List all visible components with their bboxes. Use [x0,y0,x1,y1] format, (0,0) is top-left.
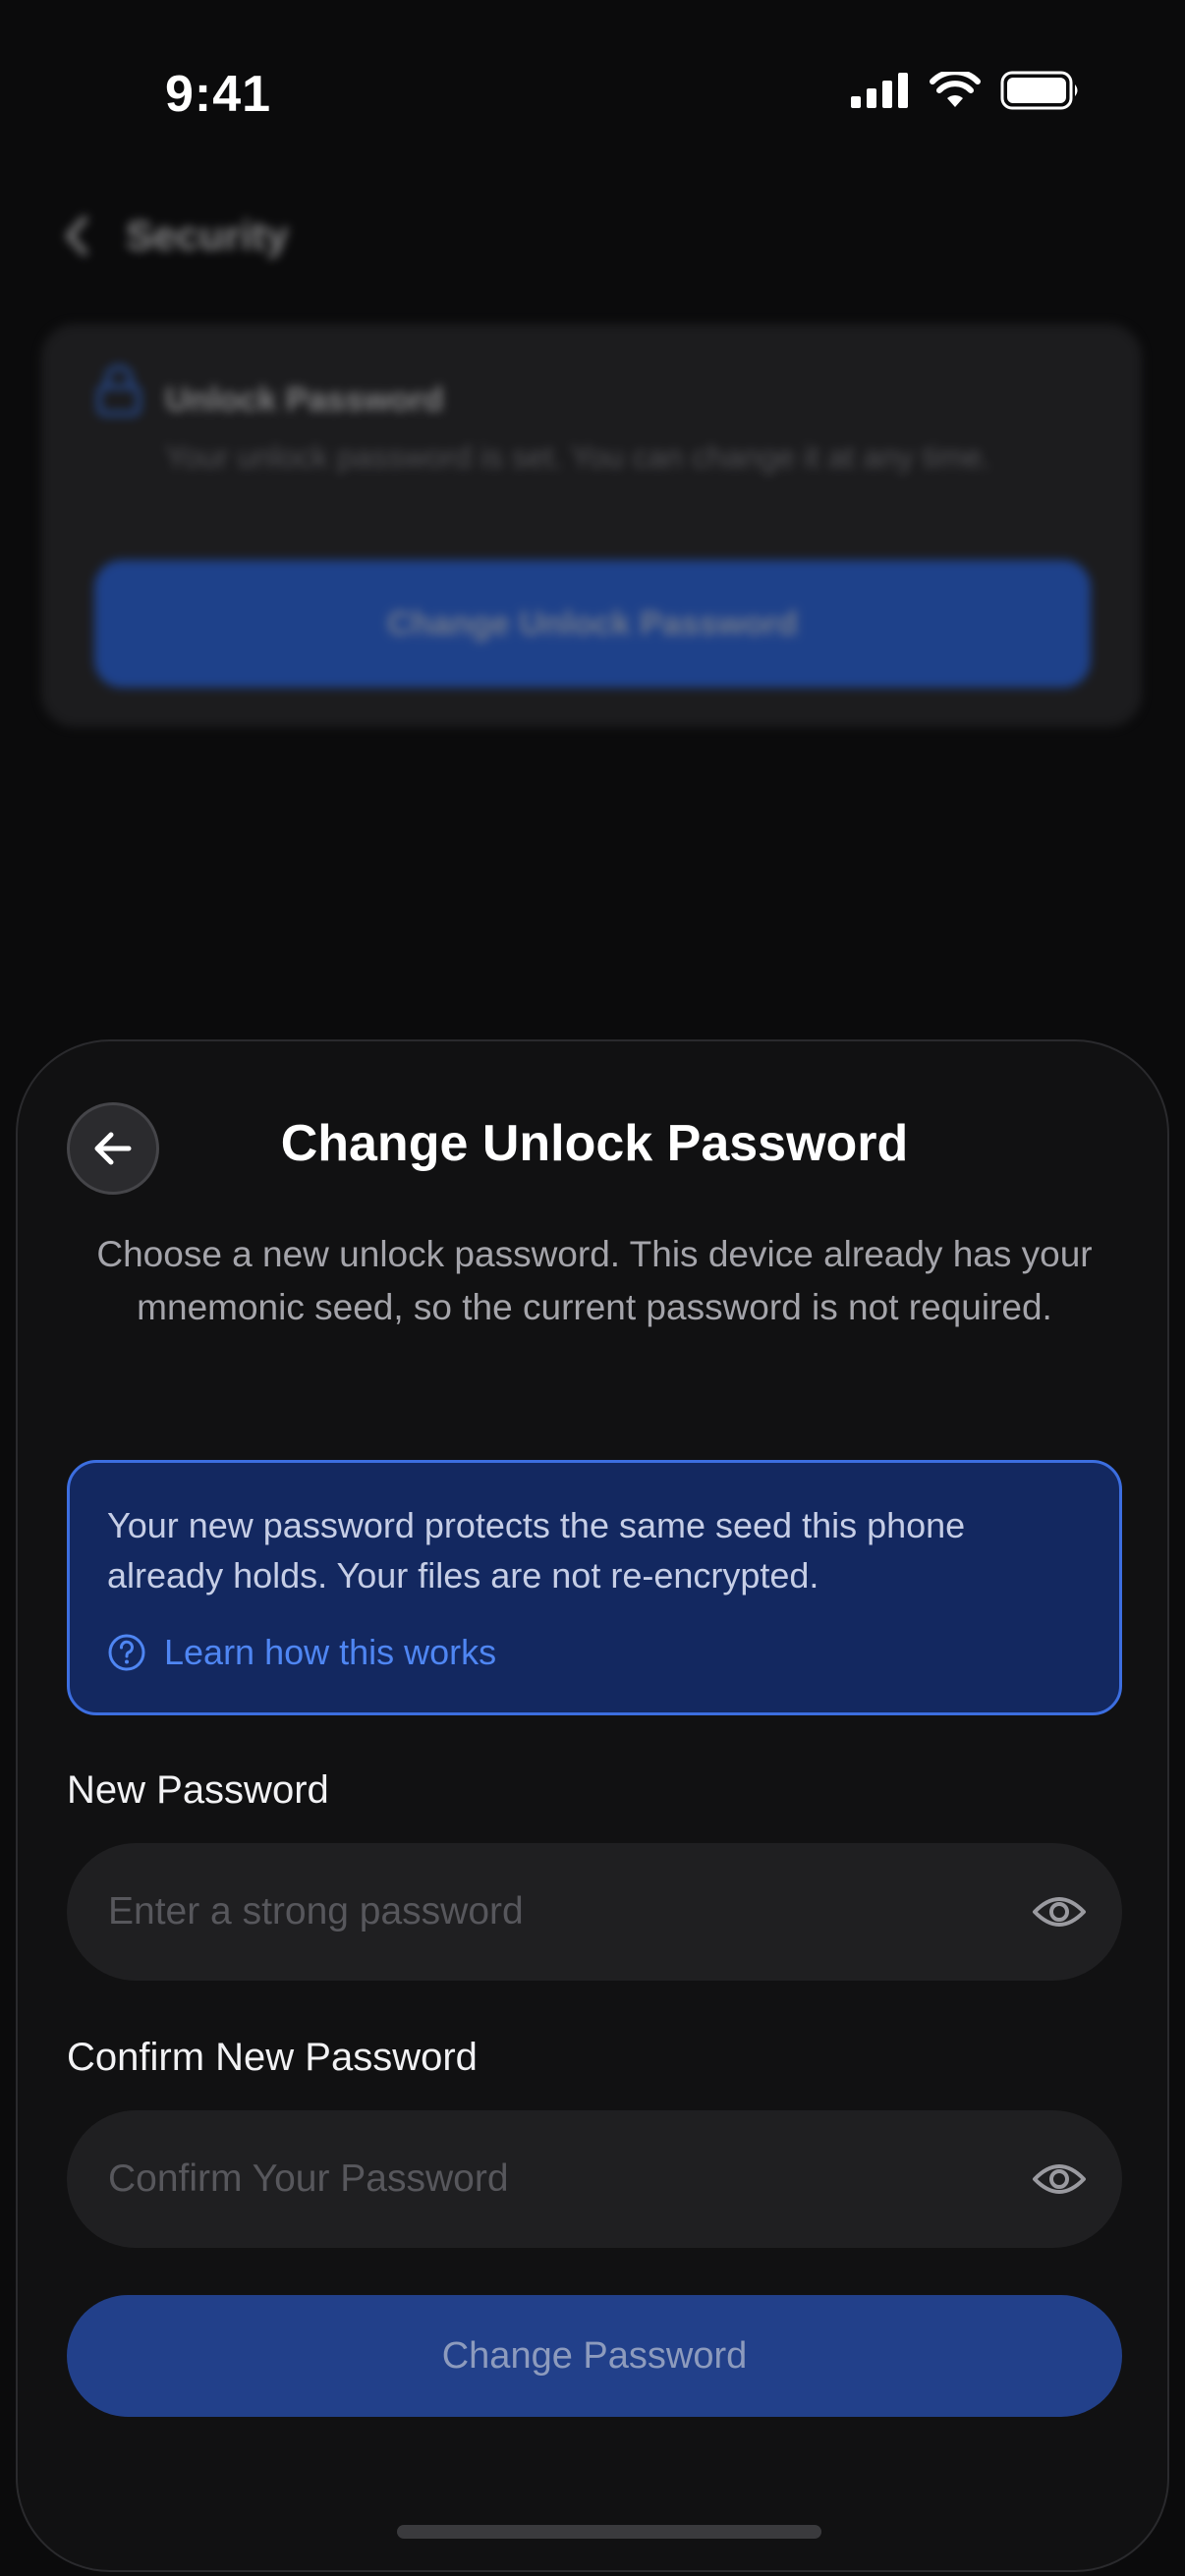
sheet-subtitle: Choose a new unlock password. This devic… [96,1234,1093,1327]
sheet-title: Change Unlock Password [280,1115,909,1172]
new-password-input[interactable] [108,1843,992,1981]
change-password-button[interactable]: Change Password [67,2295,1122,2417]
show-new-password-toggle[interactable] [1032,1884,1087,1939]
show-confirm-password-toggle[interactable] [1032,2152,1087,2207]
unlock-password-card: Unlock Password Your unlock password is … [41,324,1142,727]
info-box: Your new password protects the same seed… [67,1460,1122,1715]
status-time: 9:41 [165,66,272,123]
eye-icon [1033,1897,1086,1927]
confirm-password-label: Confirm New Password [67,2036,478,2079]
status-bar: 9:41 [0,0,1185,196]
lock-icon [96,364,141,417]
new-password-field-container [67,1843,1122,1981]
wifi-icon [930,72,981,107]
learn-more-link[interactable]: Learn how this works [107,1632,496,1673]
home-indicator [397,2525,821,2539]
background-security-screen: Security Unlock Password Your unlock pas… [0,177,1185,1061]
change-password-sheet: Change Unlock Password Choose a new unlo… [16,1039,1169,2572]
unlock-password-description: Your unlock password is set. You can cha… [165,439,991,475]
change-unlock-password-button: Change Unlock Password [94,560,1091,688]
background-nav-title: Security [126,212,289,258]
new-password-label: New Password [67,1768,329,1812]
background-nav: Security [63,212,289,259]
learn-more-label: Learn how this works [164,1632,497,1672]
eye-icon [1033,2164,1086,2194]
info-text: Your new password protects the same seed… [107,1505,966,1596]
cellular-signal-icon [851,73,908,108]
confirm-password-field-container [67,2110,1122,2248]
status-icons [851,71,1081,110]
confirm-password-input[interactable] [108,2110,992,2248]
question-circle-icon [108,1634,145,1671]
battery-icon [1000,71,1078,110]
unlock-password-title: Unlock Password [165,381,444,419]
chevron-left-icon [66,216,87,255]
